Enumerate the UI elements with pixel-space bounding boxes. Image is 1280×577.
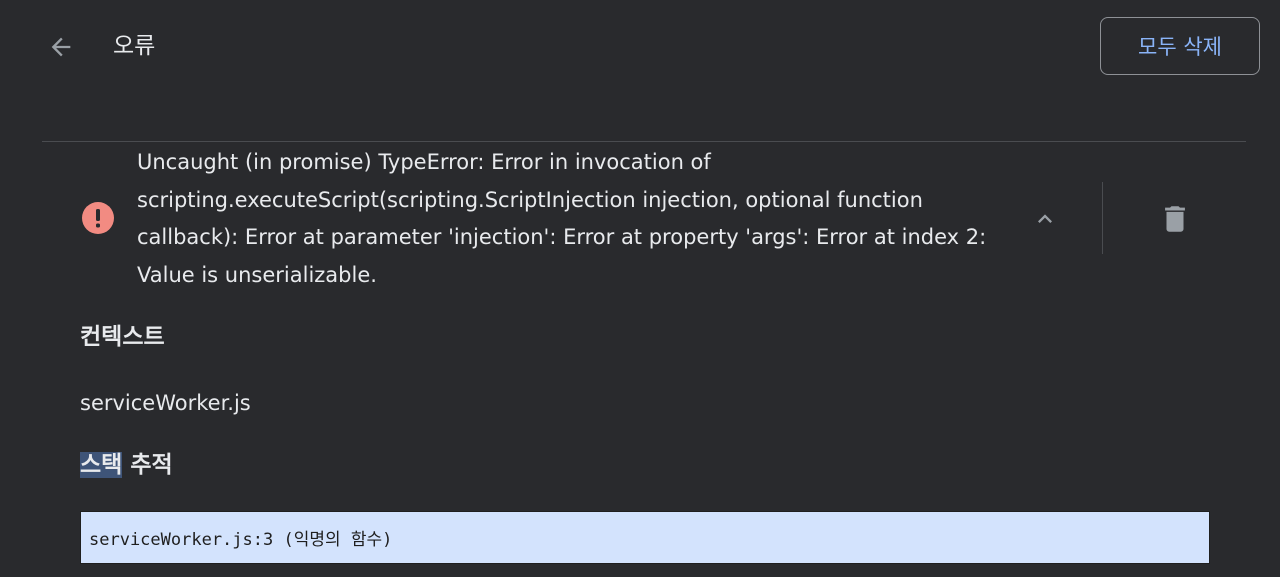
context-heading: 컨텍스트 <box>80 324 165 350</box>
back-button[interactable] <box>40 26 82 68</box>
context-value: serviceWorker.js <box>80 391 251 415</box>
header-divider <box>42 141 1246 142</box>
actions-separator <box>1102 182 1103 254</box>
trash-icon <box>1165 206 1185 232</box>
stack-trace-heading-rest: 추적 <box>122 452 173 478</box>
delete-error-button[interactable] <box>1154 198 1196 240</box>
stack-trace-heading: 스택 추적 <box>80 448 173 482</box>
stack-frame[interactable]: serviceWorker.js:3 (익명의 함수) <box>89 525 392 550</box>
error-message: Uncaught (in promise) TypeError: Error i… <box>137 150 987 288</box>
extension-errors-page: 오류 모두 삭제 Uncaught (in promise) TypeError… <box>0 0 1280 577</box>
stack-trace-box: serviceWorker.js:3 (익명의 함수) <box>80 511 1210 564</box>
arrow-left-icon <box>51 37 71 57</box>
clear-all-button[interactable]: 모두 삭제 <box>1100 17 1260 75</box>
chevron-up-icon <box>1038 214 1052 223</box>
error-circle-icon <box>82 202 114 234</box>
collapse-button[interactable] <box>1024 198 1066 240</box>
selected-text: 스택 <box>80 452 123 478</box>
page-title: 오류 <box>113 33 156 59</box>
